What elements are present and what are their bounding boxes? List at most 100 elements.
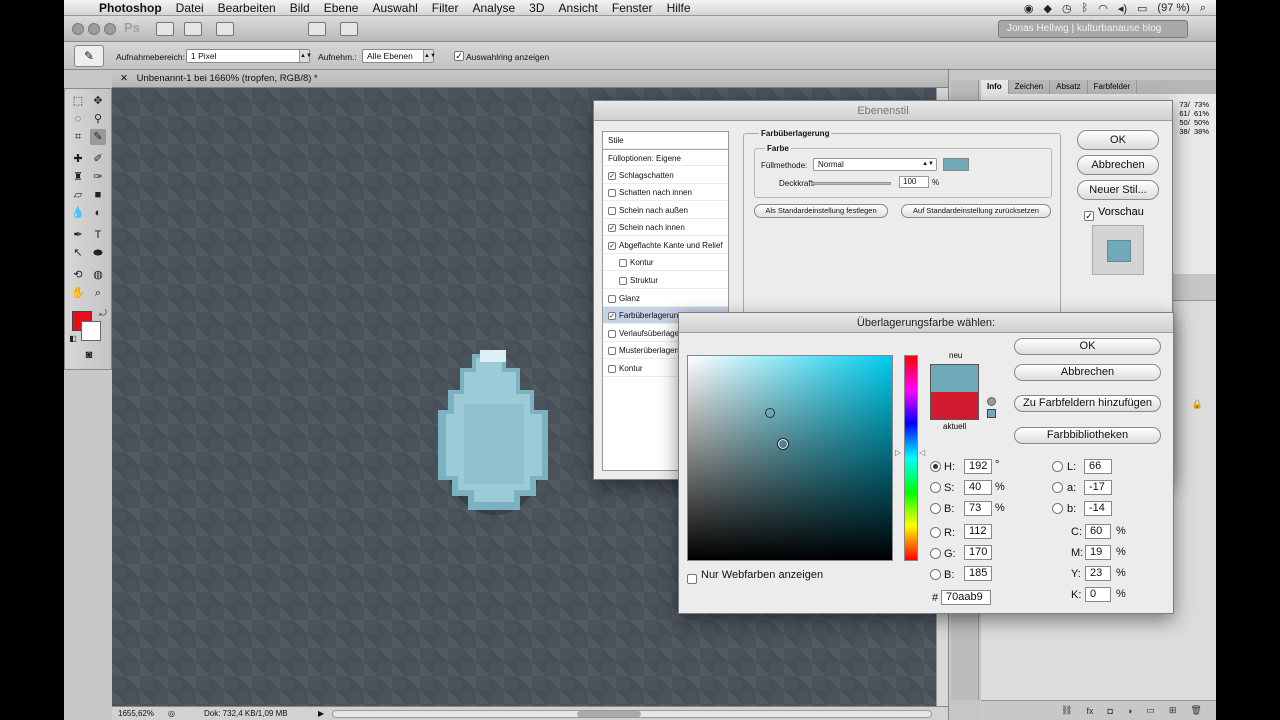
saturation-radio[interactable]: [930, 482, 941, 493]
status-menu-arrow-icon[interactable]: ▶: [318, 707, 324, 720]
hue-slider[interactable]: [904, 355, 918, 561]
red-radio[interactable]: [930, 527, 941, 538]
hand-tool-icon[interactable]: ✋: [70, 285, 86, 301]
tab-zeichen[interactable]: Zeichen: [1009, 80, 1051, 94]
wifi-icon[interactable]: ◠: [1098, 2, 1108, 15]
sampled-color-ring[interactable]: [777, 438, 789, 450]
adjustment-layer-icon[interactable]: ◑: [1127, 706, 1132, 716]
menu-bearbeiten[interactable]: Bearbeiten: [211, 1, 283, 15]
type-tool-icon[interactable]: T: [90, 227, 106, 243]
volume-icon[interactable]: ◂): [1118, 2, 1127, 15]
horizontal-scroll-thumb[interactable]: [577, 711, 641, 717]
saturation-field[interactable]: 40: [964, 480, 992, 495]
magenta-field[interactable]: 19: [1085, 545, 1111, 560]
checkbox-unchecked[interactable]: [619, 276, 627, 285]
eraser-tool-icon[interactable]: ▱: [70, 187, 86, 203]
bridge-button[interactable]: [156, 22, 174, 36]
hue-radio[interactable]: [930, 461, 941, 472]
lasso-tool-icon[interactable]: ◌: [70, 111, 86, 127]
saturation-brightness-field[interactable]: [687, 355, 893, 561]
style-item-bevel-emboss[interactable]: ✓ Abgeflachte Kante und Relief: [603, 237, 728, 254]
checkbox-unchecked[interactable]: [608, 346, 616, 355]
menu-3d[interactable]: 3D: [522, 1, 551, 15]
creative-cloud-icon[interactable]: ◉: [1024, 2, 1034, 15]
menu-analyse[interactable]: Analyse: [465, 1, 522, 15]
style-item-contour-sub[interactable]: Kontur: [603, 254, 728, 271]
green-radio[interactable]: [930, 548, 941, 559]
quick-selection-tool-icon[interactable]: ⚲: [90, 111, 106, 127]
checkbox-checked[interactable]: ✓: [608, 171, 616, 180]
sample-size-select[interactable]: 1 Pixel ▲▼: [186, 49, 312, 63]
color-libraries-button[interactable]: Farbbibliotheken: [1014, 427, 1161, 444]
checkbox-unchecked[interactable]: [608, 188, 616, 197]
new-layer-icon[interactable]: ⊞: [1169, 705, 1177, 716]
info-icon[interactable]: ◎: [168, 707, 175, 720]
style-item-outer-glow[interactable]: Schein nach außen: [603, 202, 728, 219]
style-item-satin[interactable]: Glanz: [603, 290, 728, 307]
a-channel-field[interactable]: -17: [1084, 480, 1112, 495]
background-color-swatch[interactable]: [81, 321, 101, 341]
pen-tool-icon[interactable]: ✒: [70, 227, 86, 243]
eyedropper-tool-icon[interactable]: ✎: [90, 129, 106, 145]
clone-stamp-tool-icon[interactable]: ♜: [70, 169, 86, 185]
cyan-field[interactable]: 60: [1085, 524, 1111, 539]
checkbox-unchecked[interactable]: [619, 258, 627, 267]
menu-ebene[interactable]: Ebene: [317, 1, 366, 15]
move-tool-icon[interactable]: ✥: [90, 93, 106, 109]
battery-icon[interactable]: ▭: [1137, 2, 1147, 15]
style-item-stile[interactable]: Stile: [603, 132, 728, 149]
horizontal-scrollbar[interactable]: [332, 710, 932, 718]
screen-mode-button[interactable]: [340, 22, 358, 36]
quick-mask-icon[interactable]: ◙: [81, 347, 97, 363]
layer-style-ok-button[interactable]: OK: [1077, 130, 1159, 150]
picker-cancel-button[interactable]: Abbrechen: [1014, 364, 1161, 381]
crop-tool-icon[interactable]: ⌗: [70, 129, 86, 145]
zoom-level[interactable]: 1655,62%: [118, 707, 154, 720]
arrange-documents-button[interactable]: [308, 22, 326, 36]
menu-photoshop[interactable]: Photoshop: [92, 1, 169, 15]
battery-status[interactable]: (97 %): [1157, 2, 1189, 14]
hue-slider-left-arrow-icon[interactable]: ▷: [895, 448, 901, 457]
gradient-tool-icon[interactable]: ■: [90, 187, 106, 203]
dodge-tool-icon[interactable]: ◐: [90, 205, 106, 221]
sampling-ring-checkbox[interactable]: ✓: [454, 50, 464, 61]
green-field[interactable]: 170: [964, 545, 992, 560]
color-picker-ring[interactable]: [765, 408, 775, 418]
blue-radio[interactable]: [930, 569, 941, 580]
mask-icon[interactable]: ◘: [1107, 706, 1112, 716]
red-field[interactable]: 112: [964, 524, 992, 539]
overlay-color-swatch[interactable]: [943, 158, 969, 171]
web-safe-swatch[interactable]: [987, 409, 996, 418]
path-selection-tool-icon[interactable]: ↖: [70, 245, 86, 261]
group-icon[interactable]: ▭: [1146, 705, 1155, 716]
checkbox-checked[interactable]: ✓: [608, 223, 616, 232]
hue-field[interactable]: 192: [964, 459, 992, 474]
add-to-swatches-button[interactable]: Zu Farbfeldern hinzufügen: [1014, 395, 1161, 412]
eyedropper-icon[interactable]: ✎: [74, 45, 104, 67]
yellow-field[interactable]: 23: [1085, 566, 1111, 581]
brightness-radio[interactable]: [930, 503, 941, 514]
zoom-tool-icon[interactable]: ⌕: [90, 285, 106, 301]
time-machine-icon[interactable]: ◷: [1062, 2, 1072, 15]
close-window-button[interactable]: [72, 23, 84, 35]
style-item-drop-shadow[interactable]: ✓ Schlagschatten: [603, 167, 728, 184]
menu-datei[interactable]: Datei: [169, 1, 211, 15]
menu-bild[interactable]: Bild: [283, 1, 317, 15]
lightness-radio[interactable]: [1052, 461, 1063, 472]
reset-default-button[interactable]: Auf Standardeinstellung zurücksetzen: [901, 204, 1051, 218]
preview-checkbox[interactable]: ✓: [1084, 207, 1094, 225]
menu-fenster[interactable]: Fenster: [605, 1, 660, 15]
history-brush-tool-icon[interactable]: ✑: [90, 169, 106, 185]
spotlight-icon[interactable]: ⌕: [1200, 2, 1206, 15]
dropbox-icon[interactable]: ◆: [1044, 2, 1052, 15]
b-channel-field[interactable]: -14: [1084, 501, 1112, 516]
minibridge-button[interactable]: [184, 22, 202, 36]
checkbox-checked[interactable]: ✓: [608, 311, 616, 320]
tab-farbfelder[interactable]: Farbfelder: [1088, 80, 1138, 94]
menu-auswahl[interactable]: Auswahl: [365, 1, 424, 15]
new-style-button[interactable]: Neuer Stil...: [1077, 180, 1159, 200]
tab-absatz[interactable]: Absatz: [1050, 80, 1088, 94]
3d-orbit-tool-icon[interactable]: ◍: [90, 267, 106, 283]
black-field[interactable]: 0: [1085, 587, 1111, 602]
checkbox-unchecked[interactable]: [608, 364, 616, 373]
